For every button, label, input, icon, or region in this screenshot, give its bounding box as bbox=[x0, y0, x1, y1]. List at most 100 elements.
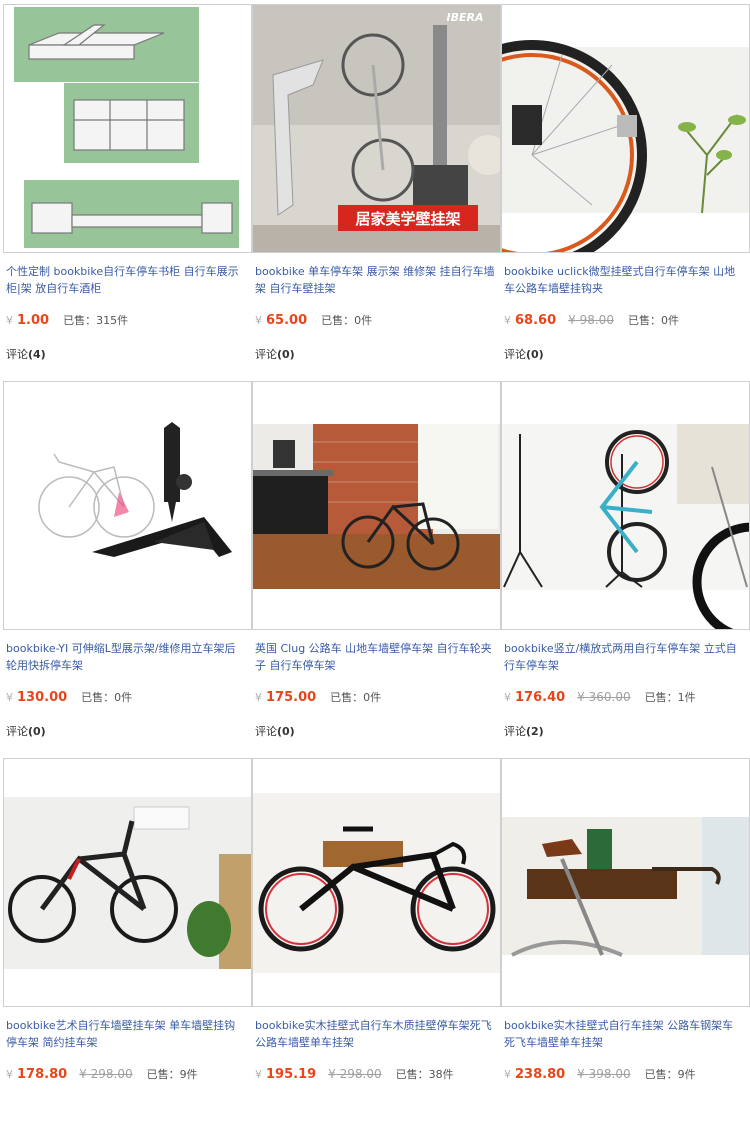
review-count: (4) bbox=[28, 348, 46, 361]
review-link[interactable]: 评论(0) bbox=[504, 346, 544, 362]
product-card: 英国 Clug 公路车 山地车墙壁停车架 自行车轮夹子 自行车停车架 ¥175.… bbox=[252, 381, 501, 758]
price: 65.00 bbox=[266, 313, 308, 328]
price-line: ¥130.00 已售：0件 bbox=[6, 689, 132, 707]
sold-value: 1件 bbox=[677, 691, 696, 704]
price-line: ¥178.80 ¥ 298.00 已售：9件 bbox=[6, 1066, 198, 1084]
price: 130.00 bbox=[17, 690, 68, 705]
original-price-value: 298.00 bbox=[339, 1067, 382, 1081]
review-count: (2) bbox=[526, 725, 544, 738]
review-label: 评论 bbox=[504, 348, 526, 361]
sold-count: 已售：0件 bbox=[330, 691, 381, 704]
price-line: ¥195.19 ¥ 298.00 已售：38件 bbox=[255, 1066, 454, 1084]
price: 175.00 bbox=[266, 690, 317, 705]
currency-symbol: ¥ bbox=[504, 314, 511, 327]
product-card: bookbike实木挂壁式自行车木质挂壁停车架死飞公路车墙壁单车挂架 ¥195.… bbox=[252, 758, 501, 1135]
currency-symbol: ¥ bbox=[504, 691, 511, 704]
review-link[interactable]: 评论(4) bbox=[6, 346, 46, 362]
product-image[interactable] bbox=[252, 381, 501, 630]
price: 1.00 bbox=[17, 313, 50, 328]
review-label: 评论 bbox=[255, 348, 277, 361]
review-link[interactable]: 评论(2) bbox=[504, 723, 544, 739]
price-line: ¥175.00 已售：0件 bbox=[255, 689, 381, 707]
sold-value: 9件 bbox=[677, 1068, 696, 1081]
currency-symbol: ¥ bbox=[255, 314, 262, 327]
product-title[interactable]: bookbike-YI 可伸缩L型展示架/维修用立车架后轮用快拆停车架 bbox=[6, 640, 246, 674]
price-line: ¥1.00 已售：315件 bbox=[6, 312, 128, 330]
product-title[interactable]: 英国 Clug 公路车 山地车墙壁停车架 自行车轮夹子 自行车停车架 bbox=[255, 640, 495, 674]
price-line: ¥176.40 ¥ 360.00 已售：1件 bbox=[504, 689, 696, 707]
sold-label: 已售： bbox=[644, 691, 678, 704]
currency-symbol: ¥ bbox=[328, 1067, 336, 1081]
currency-symbol: ¥ bbox=[255, 691, 262, 704]
sold-count: 已售：9件 bbox=[147, 1068, 198, 1081]
product-card: 居家美学壁挂架 IBERA bookbike 单车停车架 展示架 维修架 挂自行… bbox=[252, 4, 501, 381]
original-price-value: 298.00 bbox=[90, 1067, 133, 1081]
sold-count: 已售：0件 bbox=[81, 691, 132, 704]
sold-label: 已售： bbox=[81, 691, 115, 704]
review-count: (0) bbox=[526, 348, 544, 361]
sold-count: 已售：315件 bbox=[63, 314, 128, 327]
overlay-text: 居家美学壁挂架 bbox=[355, 210, 460, 228]
product-image[interactable] bbox=[3, 4, 252, 253]
sold-label: 已售： bbox=[330, 691, 364, 704]
original-price-value: 98.00 bbox=[579, 313, 614, 327]
review-label: 评论 bbox=[6, 725, 28, 738]
product-title[interactable]: 个性定制 bookbike自行车停车书柜 自行车展示柜|架 放自行车酒柜 bbox=[6, 263, 246, 297]
original-price-value: 360.00 bbox=[588, 690, 631, 704]
sold-label: 已售： bbox=[395, 1068, 429, 1081]
product-image[interactable] bbox=[501, 381, 750, 630]
sold-value: 0件 bbox=[114, 691, 133, 704]
currency-symbol: ¥ bbox=[79, 1067, 87, 1081]
price: 176.40 bbox=[515, 690, 566, 705]
sold-value: 0件 bbox=[660, 314, 679, 327]
original-price: ¥ 298.00 bbox=[79, 1067, 132, 1081]
price-line: ¥238.80 ¥ 398.00 已售：9件 bbox=[504, 1066, 696, 1084]
currency-symbol: ¥ bbox=[577, 690, 585, 704]
review-count: (0) bbox=[277, 348, 295, 361]
product-image[interactable] bbox=[3, 758, 252, 1007]
product-image[interactable] bbox=[3, 381, 252, 630]
product-title[interactable]: bookbike实木挂壁式自行车挂架 公路车钢架车 死飞车墙壁单车挂架 bbox=[504, 1017, 744, 1051]
original-price: ¥ 360.00 bbox=[577, 690, 630, 704]
currency-symbol: ¥ bbox=[577, 1067, 585, 1081]
sold-count: 已售：1件 bbox=[645, 691, 696, 704]
product-card: bookbike竖立/横放式两用自行车停车架 立式自行车停车架 ¥176.40 ¥… bbox=[501, 381, 750, 758]
sold-count: 已售：0件 bbox=[321, 314, 372, 327]
product-card: bookbike-YI 可伸缩L型展示架/维修用立车架后轮用快拆停车架 ¥130… bbox=[3, 381, 252, 758]
price: 195.19 bbox=[266, 1067, 317, 1082]
product-title[interactable]: bookbike 单车停车架 展示架 维修架 挂自行车墙架 自行车壁挂架 bbox=[255, 263, 495, 297]
review-link[interactable]: 评论(0) bbox=[6, 723, 46, 739]
sold-count: 已售：0件 bbox=[628, 314, 679, 327]
product-title[interactable]: bookbike艺术自行车墙壁挂车架 单车墙壁挂钩 停车架 简约挂车架 bbox=[6, 1017, 246, 1051]
sold-label: 已售： bbox=[644, 1068, 678, 1081]
price: 238.80 bbox=[515, 1067, 566, 1082]
sold-label: 已售： bbox=[627, 314, 661, 327]
product-image[interactable] bbox=[501, 758, 750, 1007]
price: 68.60 bbox=[515, 313, 557, 328]
original-price: ¥ 98.00 bbox=[568, 313, 614, 327]
review-link[interactable]: 评论(0) bbox=[255, 723, 295, 739]
currency-symbol: ¥ bbox=[255, 1068, 262, 1081]
sold-label: 已售： bbox=[63, 314, 97, 327]
product-card: bookbike实木挂壁式自行车挂架 公路车钢架车 死飞车墙壁单车挂架 ¥238… bbox=[501, 758, 750, 1135]
review-label: 评论 bbox=[255, 725, 277, 738]
sold-label: 已售： bbox=[146, 1068, 180, 1081]
review-label: 评论 bbox=[504, 725, 526, 738]
currency-symbol: ¥ bbox=[6, 1068, 13, 1081]
price-line: ¥68.60 ¥ 98.00 已售：0件 bbox=[504, 312, 679, 330]
product-image[interactable] bbox=[252, 758, 501, 1007]
product-card: 个性定制 bookbike自行车停车书柜 自行车展示柜|架 放自行车酒柜 ¥1.… bbox=[3, 4, 252, 381]
sold-value: 9件 bbox=[179, 1068, 198, 1081]
sold-count: 已售：38件 bbox=[396, 1068, 454, 1081]
product-title[interactable]: bookbike实木挂壁式自行车木质挂壁停车架死飞公路车墙壁单车挂架 bbox=[255, 1017, 495, 1051]
product-image[interactable] bbox=[501, 4, 750, 253]
product-title[interactable]: bookbike uclick微型挂壁式自行车停车架 山地车公路车墙壁挂钩夹 bbox=[504, 263, 744, 297]
sold-label: 已售： bbox=[321, 314, 355, 327]
product-title[interactable]: bookbike竖立/横放式两用自行车停车架 立式自行车停车架 bbox=[504, 640, 744, 674]
review-link[interactable]: 评论(0) bbox=[255, 346, 295, 362]
sold-value: 0件 bbox=[354, 314, 373, 327]
brand-logo: IBERA bbox=[447, 11, 484, 24]
original-price: ¥ 398.00 bbox=[577, 1067, 630, 1081]
price: 178.80 bbox=[17, 1067, 68, 1082]
product-image[interactable]: 居家美学壁挂架 IBERA bbox=[252, 4, 501, 253]
